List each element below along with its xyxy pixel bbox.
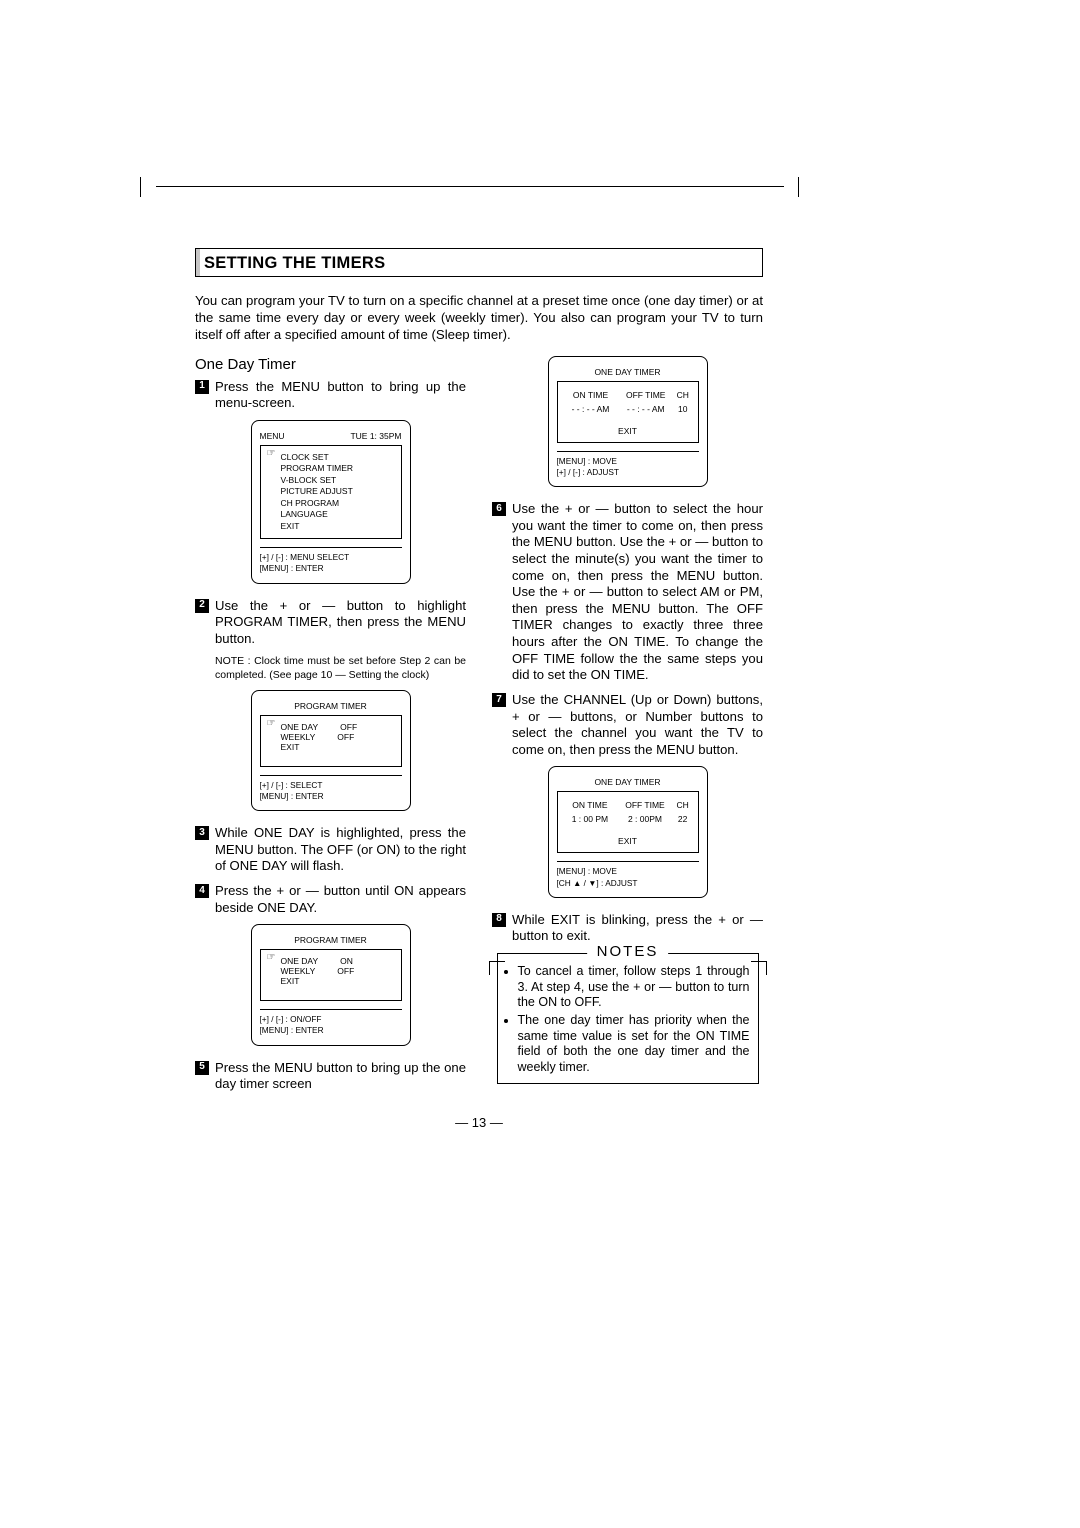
subheading: One Day Timer <box>195 356 466 373</box>
notes-item: The one day timer has priority when the … <box>518 1013 750 1076</box>
osd-main-menu: MENU TUE 1: 35PM ☞ CLOCK SET PROGRAM TIM… <box>251 420 411 584</box>
osd-item: PICTURE ADJUST <box>267 486 395 497</box>
osd-col-header: CH <box>674 798 692 812</box>
osd-hint: [MENU] : MOVE <box>557 866 699 877</box>
step-4: 4 Press the + or — button until ON appea… <box>195 883 466 916</box>
page-content: SETTING THE TIMERS You can program your … <box>195 248 763 1130</box>
osd-one-day-timer-2: ONE DAY TIMER ON TIME OFF TIME CH 1 : 00… <box>548 766 708 897</box>
osd-title: ONE DAY TIMER <box>594 777 660 787</box>
osd-title: PROGRAM TIMER <box>294 701 367 711</box>
step-text: Press the MENU button to bring up the me… <box>215 379 466 412</box>
pointer-icon: ☞ <box>267 718 276 729</box>
step-number-icon: 3 <box>195 826 209 840</box>
step-8: 8 While EXIT is blinking, press the + or… <box>492 912 763 945</box>
osd-col-header: ON TIME <box>564 388 618 402</box>
osd-hint: [CH ▲ / ▼] : ADJUST <box>557 878 699 889</box>
osd-value: - - : - - AM <box>617 402 673 416</box>
osd-item: PROGRAM TIMER <box>267 463 395 474</box>
step-3: 3 While ONE DAY is highlighted, press th… <box>195 825 466 875</box>
osd-col-header: CH <box>674 388 692 402</box>
notes-title: NOTES <box>587 943 669 962</box>
notes-box: NOTES To cancel a timer, follow steps 1 … <box>497 953 759 1084</box>
osd-hint: [MENU] : MOVE <box>557 456 699 467</box>
crop-mark <box>156 186 784 187</box>
osd-value: OFF <box>337 966 354 976</box>
step-number-icon: 1 <box>195 380 209 394</box>
step-number-icon: 6 <box>492 502 506 516</box>
notes-item: To cancel a timer, follow steps 1 throug… <box>518 964 750 1011</box>
crop-mark <box>798 177 799 197</box>
step-text: Press the + or — button until ON appears… <box>215 883 466 916</box>
crop-mark <box>140 177 141 197</box>
osd-menu-label: MENU <box>260 431 285 441</box>
step-text: Use the + or — button to highlight PROGR… <box>215 598 466 648</box>
step-number-icon: 5 <box>195 1061 209 1075</box>
osd-hint: [MENU] : ENTER <box>260 1025 402 1036</box>
osd-hint: [+] / [-] : ON/OFF <box>260 1014 402 1025</box>
osd-value: ON <box>340 956 353 966</box>
osd-exit: EXIT <box>564 836 692 846</box>
osd-hint: [+] / [-] : MENU SELECT <box>260 552 402 563</box>
osd-table: ON TIME OFF TIME CH - - : - - AM - - : -… <box>564 388 692 416</box>
step-number-icon: 4 <box>195 884 209 898</box>
osd-value: OFF <box>340 722 357 732</box>
intro-paragraph: You can program your TV to turn on a spe… <box>195 293 763 344</box>
step-text: Use the CHANNEL (Up or Down) buttons, + … <box>512 692 763 759</box>
step-number-icon: 7 <box>492 693 506 707</box>
step-5: 5 Press the MENU button to bring up the … <box>195 1060 466 1093</box>
osd-item: EXIT <box>267 521 395 532</box>
left-column: One Day Timer 1 Press the MENU button to… <box>195 356 466 1101</box>
osd-field: EXIT <box>281 976 300 986</box>
osd-value: - - : - - AM <box>564 402 618 416</box>
osd-one-day-timer-1: ONE DAY TIMER ON TIME OFF TIME CH - - : … <box>548 356 708 487</box>
osd-item: LANGUAGE <box>267 509 395 520</box>
osd-value: 10 <box>674 402 692 416</box>
osd-col-header: ON TIME <box>564 798 617 812</box>
step-text: Press the MENU button to bring up the on… <box>215 1060 466 1093</box>
step-text: Use the + or — button to select the hour… <box>512 501 763 684</box>
osd-item: V-BLOCK SET <box>267 475 395 486</box>
pointer-icon: ☞ <box>267 952 276 963</box>
step-2: 2 Use the + or — button to highlight PRO… <box>195 598 466 648</box>
osd-program-timer-1: PROGRAM TIMER ☞ ONE DAY OFF WEEKLY OFF EXI… <box>251 690 411 811</box>
step-number-icon: 8 <box>492 913 506 927</box>
page-number: — 13 — <box>195 1115 763 1130</box>
osd-item: CLOCK SET <box>267 452 395 463</box>
osd-item: CH PROGRAM <box>267 498 395 509</box>
step-text: While ONE DAY is highlighted, press the … <box>215 825 466 875</box>
osd-field: ONE DAY <box>281 722 319 732</box>
osd-col-header: OFF TIME <box>616 798 673 812</box>
osd-hint: [+] / [-] : SELECT <box>260 780 402 791</box>
osd-value: 1 : 00 PM <box>564 812 617 826</box>
osd-title: ONE DAY TIMER <box>594 367 660 377</box>
step-6: 6 Use the + or — button to select the ho… <box>492 501 763 684</box>
osd-field: WEEKLY <box>281 732 316 742</box>
osd-title: PROGRAM TIMER <box>294 935 367 945</box>
step-text: While EXIT is blinking, press the + or —… <box>512 912 763 945</box>
step-number-icon: 2 <box>195 599 209 613</box>
osd-hint: [+] / [-] : ADJUST <box>557 467 699 478</box>
osd-program-timer-2: PROGRAM TIMER ☞ ONE DAY ON WEEKLY OFF EXIT… <box>251 924 411 1045</box>
osd-col-header: OFF TIME <box>617 388 673 402</box>
pointer-icon: ☞ <box>267 448 276 459</box>
osd-value: 22 <box>674 812 692 826</box>
osd-value: 2 : 00PM <box>616 812 673 826</box>
osd-clock: TUE 1: 35PM <box>350 431 401 441</box>
section-title: SETTING THE TIMERS <box>195 248 763 277</box>
osd-hint: [MENU] : ENTER <box>260 563 402 574</box>
osd-field: ONE DAY <box>281 956 319 966</box>
osd-hint: [MENU] : ENTER <box>260 791 402 802</box>
step-1: 1 Press the MENU button to bring up the … <box>195 379 466 412</box>
osd-value: OFF <box>337 732 354 742</box>
osd-exit: EXIT <box>564 426 692 436</box>
right-column: ONE DAY TIMER ON TIME OFF TIME CH - - : … <box>492 356 763 1101</box>
step-note: NOTE : Clock time must be set before Ste… <box>215 655 466 681</box>
osd-field: WEEKLY <box>281 966 316 976</box>
osd-table: ON TIME OFF TIME CH 1 : 00 PM 2 : 00PM 2… <box>564 798 692 826</box>
step-7: 7 Use the CHANNEL (Up or Down) buttons, … <box>492 692 763 759</box>
osd-field: EXIT <box>281 742 300 752</box>
